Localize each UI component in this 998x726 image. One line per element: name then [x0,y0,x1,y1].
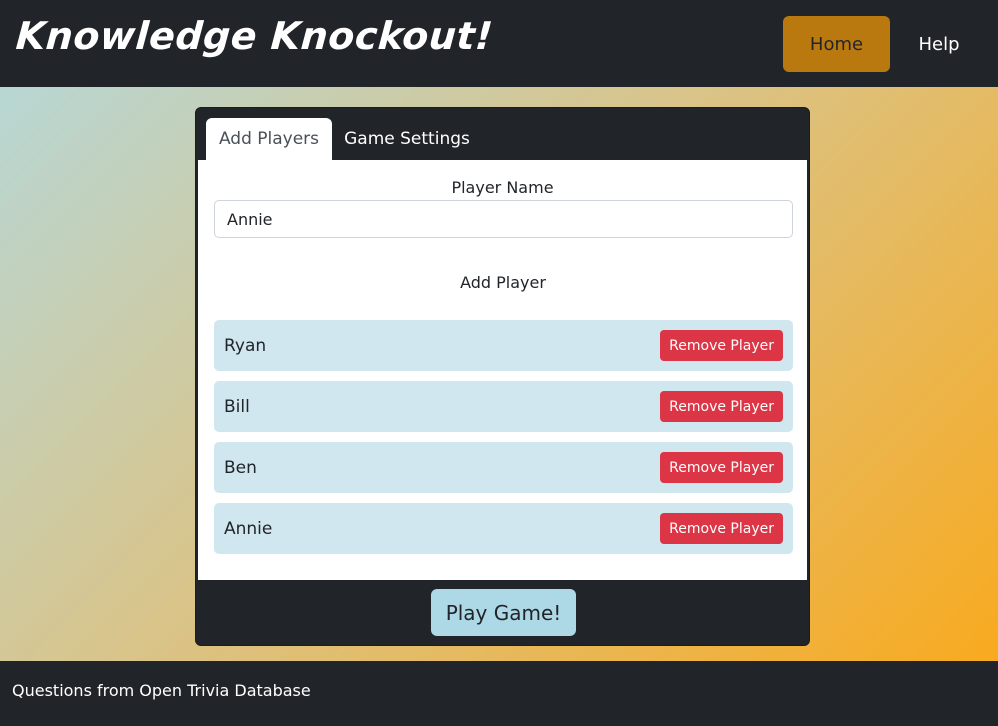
player-name: Annie [224,518,273,539]
player-name: Ben [224,457,257,478]
player-row: Bill Remove Player [214,381,793,432]
remove-player-button[interactable]: Remove Player [660,391,783,422]
player-list: Ryan Remove Player Bill Remove Player Be… [214,320,793,564]
home-nav-button[interactable]: Home [783,16,890,72]
tab-add-players[interactable]: Add Players [206,118,332,160]
player-setup-card: Add Players Game Settings Player Name Ad… [195,107,810,646]
player-name-label: Player Name [451,178,554,197]
tab-game-settings[interactable]: Game Settings [336,118,478,160]
add-player-button[interactable]: Add Player [428,264,578,300]
remove-player-button[interactable]: Remove Player [660,452,783,483]
footer: Questions from Open Trivia Database [0,661,998,726]
player-row: Ryan Remove Player [214,320,793,371]
top-navbar: Knowledge Knockout! Home Help [0,0,998,87]
footer-credit: Questions from Open Trivia Database [12,681,311,700]
play-game-button[interactable]: Play Game! [431,589,576,636]
remove-player-button[interactable]: Remove Player [660,330,783,361]
player-row: Ben Remove Player [214,442,793,493]
player-name-input[interactable] [214,200,793,238]
add-players-panel: Player Name Add Player Ryan Remove Playe… [198,160,807,580]
app-title: Knowledge Knockout! [14,14,495,58]
player-name: Ryan [224,335,267,356]
remove-player-button[interactable]: Remove Player [660,513,783,544]
help-nav-link[interactable]: Help [905,16,973,72]
player-row: Annie Remove Player [214,503,793,554]
player-name: Bill [224,396,250,417]
